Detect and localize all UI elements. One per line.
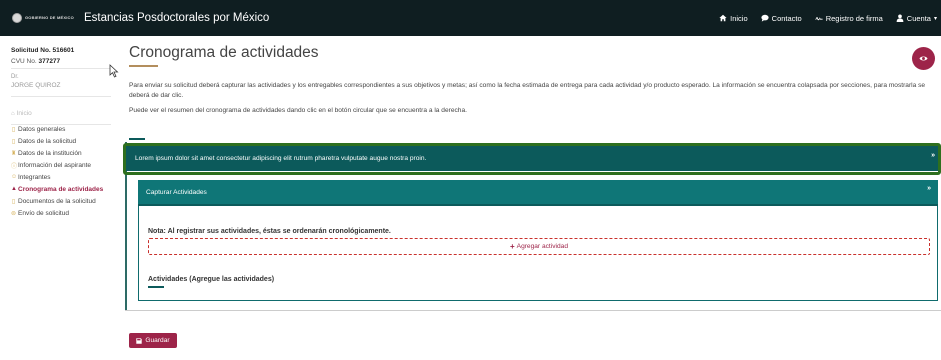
cvu-number: CVU No. 377277 (11, 58, 60, 65)
sidebar-menu: ▯ Datos generales ▯ Datos de la solicitud … (11, 123, 103, 219)
sidebar-item-datos-solicitud[interactable]: ▯ Datos de la solicitud (11, 135, 103, 147)
activities-accent-line (148, 286, 164, 288)
add-activity-button[interactable]: + Agregar actividad (148, 238, 930, 255)
user-name: JORGE QUIROZ (11, 82, 61, 89)
collapse-chevron-icon[interactable]: » (931, 152, 935, 159)
sidebar-item-label: Datos generales (18, 125, 66, 133)
chat-icon (761, 14, 769, 22)
sidebar: Solicitud No. 516601 CVU No. 377277 Dr. … (0, 36, 118, 360)
sidebar-item-label: Envío de solicitud (18, 209, 69, 217)
view-summary-button[interactable] (912, 47, 935, 70)
instructions-paragraph: Para enviar su solicitud deberá capturar… (129, 82, 926, 99)
top-nav: Inicio Contacto Registro de firma Cuenta… (719, 0, 937, 36)
home-icon: ⌂ (11, 110, 15, 117)
sidebar-item-datos-institucion[interactable]: ♜ Datos de la institución (11, 147, 103, 159)
brand: GOBIERNO DE MÉXICO Estancias Posdoctoral… (12, 12, 269, 24)
home-icon (719, 14, 727, 22)
nav-cuenta-label: Cuenta (906, 13, 931, 23)
user-prefix: Dr. (11, 74, 19, 80)
floppy-disk-icon (136, 337, 143, 344)
nav-contacto[interactable]: Contacto (761, 14, 802, 23)
capture-activities-title: Capturar Actividades (146, 188, 207, 196)
sidebar-item-informacion-aspirante[interactable]: ⓘ Información del aspirante (11, 159, 103, 171)
sidebar-home-label: Inicio (16, 110, 32, 117)
sidebar-item-label: Datos de la institución (18, 149, 82, 157)
sidebar-item-cronograma[interactable]: ▲ Cronograma de actividades (11, 183, 103, 195)
warning-icon: ▲ (11, 186, 17, 192)
info-icon: ⓘ (11, 163, 18, 170)
nav-inicio-label: Inicio (730, 13, 748, 23)
page-title: Cronograma de actividades (129, 44, 319, 61)
sidebar-item-label: Datos de la solicitud (18, 137, 77, 145)
nav-inicio[interactable]: Inicio (719, 14, 748, 23)
summary-hint-paragraph: Puede ver el resumen del cronograma de a… (129, 107, 467, 114)
panel-bottom-border (125, 310, 941, 311)
seal-icon (12, 13, 22, 23)
divider (11, 68, 111, 69)
nav-registro-firma[interactable]: Registro de firma (815, 14, 883, 23)
chevron-down-icon: ▾ (933, 15, 937, 22)
nav-registro-firma-label: Registro de firma (825, 13, 883, 23)
capture-activities-header[interactable]: Capturar Actividades » (138, 180, 938, 204)
nav-cuenta[interactable]: Cuenta ▾ (896, 14, 937, 23)
sidebar-item-integrantes[interactable]: ☺ Integrantes (11, 171, 103, 183)
chronological-note: Nota: Al registrar sus actividades, ésta… (148, 228, 391, 235)
activities-heading: Actividades (Agregue las actividades) (148, 276, 275, 283)
logo-text: GOBIERNO DE MÉXICO (25, 15, 74, 20)
sidebar-item-label: Información del aspirante (18, 161, 91, 169)
sidebar-item-label: Integrantes (18, 173, 51, 181)
sidebar-item-label: Documentos de la solicitud (18, 197, 96, 205)
app-title[interactable]: Estancias Posdoctorales por México (84, 12, 269, 24)
signature-icon (815, 16, 823, 21)
divider (11, 96, 111, 97)
collapse-chevron-icon[interactable]: » (927, 185, 931, 192)
eye-icon (919, 56, 928, 61)
save-label: Guardar (145, 337, 170, 344)
sidebar-item-envio[interactable]: ⊚ Envío de solicitud (11, 207, 103, 219)
folder-icon: ▯ (11, 198, 16, 205)
solicitud-number: Solicitud No. 516601 (11, 47, 75, 54)
nav-contacto-label: Contacto (771, 13, 802, 23)
cvu-label: CVU No. (11, 58, 37, 65)
title-underline (129, 65, 158, 67)
save-button[interactable]: Guardar (129, 333, 177, 348)
add-activity-label: Agregar actividad (516, 243, 568, 250)
sidebar-item-datos-generales[interactable]: ▯ Datos generales (11, 123, 103, 135)
sidebar-item-label: Cronograma de actividades (18, 185, 104, 193)
document-icon: ▯ (11, 138, 16, 145)
government-logo: GOBIERNO DE MÉXICO (12, 13, 74, 23)
cvu-value: 377277 (38, 58, 61, 65)
send-icon: ⊚ (11, 210, 17, 217)
top-navbar: GOBIERNO DE MÉXICO Estancias Posdoctoral… (0, 0, 941, 36)
objective-panel-header[interactable]: Lorem ipsum dolor sit amet consectetur a… (125, 146, 941, 171)
panel-separator (138, 204, 938, 206)
document-icon: ▯ (11, 126, 16, 133)
objective-panel-title: Lorem ipsum dolor sit amet consectetur a… (135, 155, 427, 162)
plus-icon: + (510, 242, 515, 251)
sidebar-item-documentos[interactable]: ▯ Documentos de la solicitud (11, 195, 103, 207)
mouse-cursor-icon (109, 64, 119, 78)
group-icon: ☺ (11, 174, 18, 180)
section-accent-line (129, 138, 145, 140)
user-icon (896, 14, 904, 22)
sidebar-home-link[interactable]: ⌂ Inicio (11, 110, 32, 117)
institution-icon: ♜ (11, 150, 17, 157)
